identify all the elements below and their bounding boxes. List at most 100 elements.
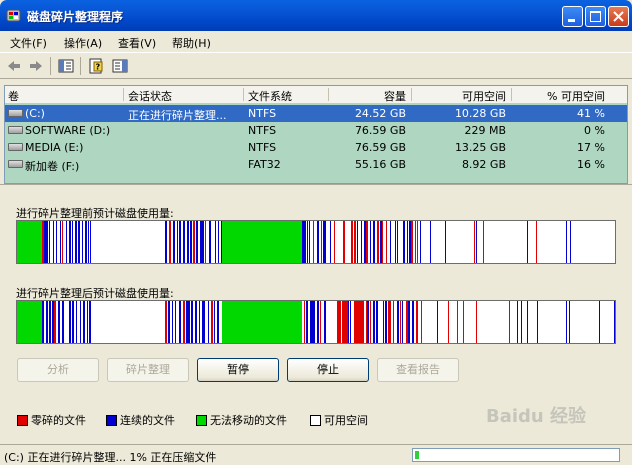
usage-bar: [191, 301, 193, 343]
usage-bar: [46, 301, 48, 343]
usage-bar: [343, 221, 345, 263]
splitter[interactable]: [0, 184, 632, 189]
volume-name: (C:): [25, 107, 45, 120]
usage-bar: [54, 301, 56, 343]
before-map-label: 进行碎片整理前预计磁盘使用量:: [16, 207, 174, 220]
menu-file[interactable]: 文件(F): [10, 35, 47, 51]
volume-filesystem: NTFS: [248, 141, 277, 154]
column-status[interactable]: 会话状态: [128, 88, 172, 104]
usage-bar: [383, 301, 384, 343]
back-icon[interactable]: [6, 58, 22, 74]
volume-percent-free: 0 %: [584, 124, 605, 137]
volume-list[interactable]: 卷 会话状态 文件系统 容量 可用空间 % 可用空间 (C:) 正在进行碎片整理…: [4, 85, 628, 184]
unmovable-swatch: [196, 415, 207, 426]
status-text: (C:) 正在进行碎片整理... 1% 正在压缩文件: [4, 451, 217, 464]
volume-row-e[interactable]: MEDIA (E:) NTFS 76.59 GB 13.25 GB 17 %: [5, 139, 627, 156]
usage-bar: [69, 301, 71, 343]
status-bar: (C:) 正在进行碎片整理... 1% 正在压缩文件: [0, 444, 632, 465]
properties-icon[interactable]: [58, 58, 74, 74]
usage-bar: [175, 301, 176, 343]
volume-row-d[interactable]: SOFTWARE (D:) NTFS 76.59 GB 229 MB 0 %: [5, 122, 627, 139]
usage-bar: [72, 301, 74, 343]
usage-bar: [476, 221, 477, 263]
column-free[interactable]: 可用空间: [416, 88, 506, 104]
progress-bar: [412, 448, 620, 462]
usage-bar: [218, 221, 219, 263]
usage-bar: [85, 221, 87, 263]
help-icon[interactable]: ?: [88, 58, 104, 74]
usage-bar: [209, 221, 211, 263]
usage-bar: [310, 301, 312, 343]
stop-button[interactable]: 停止: [287, 358, 369, 382]
toolbar-separator: [80, 57, 81, 75]
minimize-icon: [568, 19, 575, 22]
usage-bar: [222, 221, 302, 263]
menu-action[interactable]: 操作(A): [64, 35, 102, 51]
usage-bar: [409, 221, 411, 263]
close-button[interactable]: [608, 6, 629, 27]
drive-icon: [8, 143, 23, 151]
volume-free: 229 MB: [464, 124, 506, 137]
usage-bar: [463, 301, 464, 343]
svg-text:?: ?: [96, 63, 101, 72]
usage-bar: [202, 301, 204, 343]
usage-bar: [393, 301, 394, 343]
menu-view[interactable]: 查看(V): [118, 35, 156, 51]
minimize-button[interactable]: [562, 6, 583, 27]
volume-free: 10.28 GB: [454, 107, 506, 120]
volume-filesystem: FAT32: [248, 158, 281, 171]
usage-bar: [69, 221, 71, 263]
usage-bar: [386, 221, 387, 263]
forward-icon[interactable]: [28, 58, 44, 74]
title-bar: 磁盘碎片整理程序: [0, 0, 632, 31]
column-volume[interactable]: 卷: [8, 88, 19, 104]
usage-bar: [376, 301, 378, 343]
usage-bar: [58, 301, 60, 343]
volume-row-c[interactable]: (C:) 正在进行碎片整理... NTFS 24.52 GB 10.28 GB …: [5, 105, 627, 122]
volume-filesystem: NTFS: [248, 124, 277, 137]
usage-bar: [537, 301, 538, 343]
legend-contiguous: 连续的文件: [106, 412, 175, 428]
usage-bar: [204, 301, 205, 343]
usage-bar: [437, 301, 438, 343]
volume-capacity: 55.16 GB: [354, 158, 406, 171]
usage-bar: [354, 221, 356, 263]
legend-contiguous-label: 连续的文件: [120, 414, 175, 427]
menu-help[interactable]: 帮助(H): [172, 35, 211, 51]
volume-row-f[interactable]: 新加卷 (F:) FAT32 55.16 GB 8.92 GB 16 %: [5, 156, 627, 173]
usage-bar: [321, 221, 322, 263]
usage-bar: [56, 221, 57, 263]
usage-bar: [17, 301, 42, 343]
column-capacity[interactable]: 容量: [333, 88, 406, 104]
usage-bar: [377, 221, 379, 263]
usage-bar: [527, 221, 528, 263]
usage-bar: [474, 221, 475, 263]
usage-bar: [215, 221, 216, 263]
usage-bar: [430, 221, 431, 263]
usage-bar: [44, 221, 46, 263]
baidu-watermark: Baidu 经验: [486, 405, 587, 427]
usage-bar: [385, 301, 387, 343]
volume-capacity: 76.59 GB: [354, 124, 406, 137]
usage-bar: [320, 301, 321, 343]
usage-bar: [183, 221, 185, 263]
pause-button[interactable]: 暂停: [197, 358, 279, 382]
usage-bar: [339, 301, 341, 343]
usage-bar: [457, 301, 458, 343]
analyze-button[interactable]: 分析: [17, 358, 99, 382]
usage-bar: [66, 221, 67, 263]
defragment-button[interactable]: 碎片整理: [107, 358, 189, 382]
usage-bar: [536, 221, 537, 263]
usage-bar: [307, 221, 308, 263]
maximize-button[interactable]: [585, 6, 606, 27]
column-separator: [411, 88, 412, 101]
view-report-button[interactable]: 查看报告: [377, 358, 459, 382]
usage-bar: [211, 301, 213, 343]
column-percent-free[interactable]: % 可用空间: [516, 88, 605, 104]
usage-bar: [416, 301, 418, 343]
column-filesystem[interactable]: 文件系统: [248, 88, 292, 104]
usage-bar: [448, 301, 449, 343]
column-separator: [511, 88, 512, 101]
console-icon[interactable]: [112, 58, 128, 74]
usage-bar: [420, 221, 421, 263]
